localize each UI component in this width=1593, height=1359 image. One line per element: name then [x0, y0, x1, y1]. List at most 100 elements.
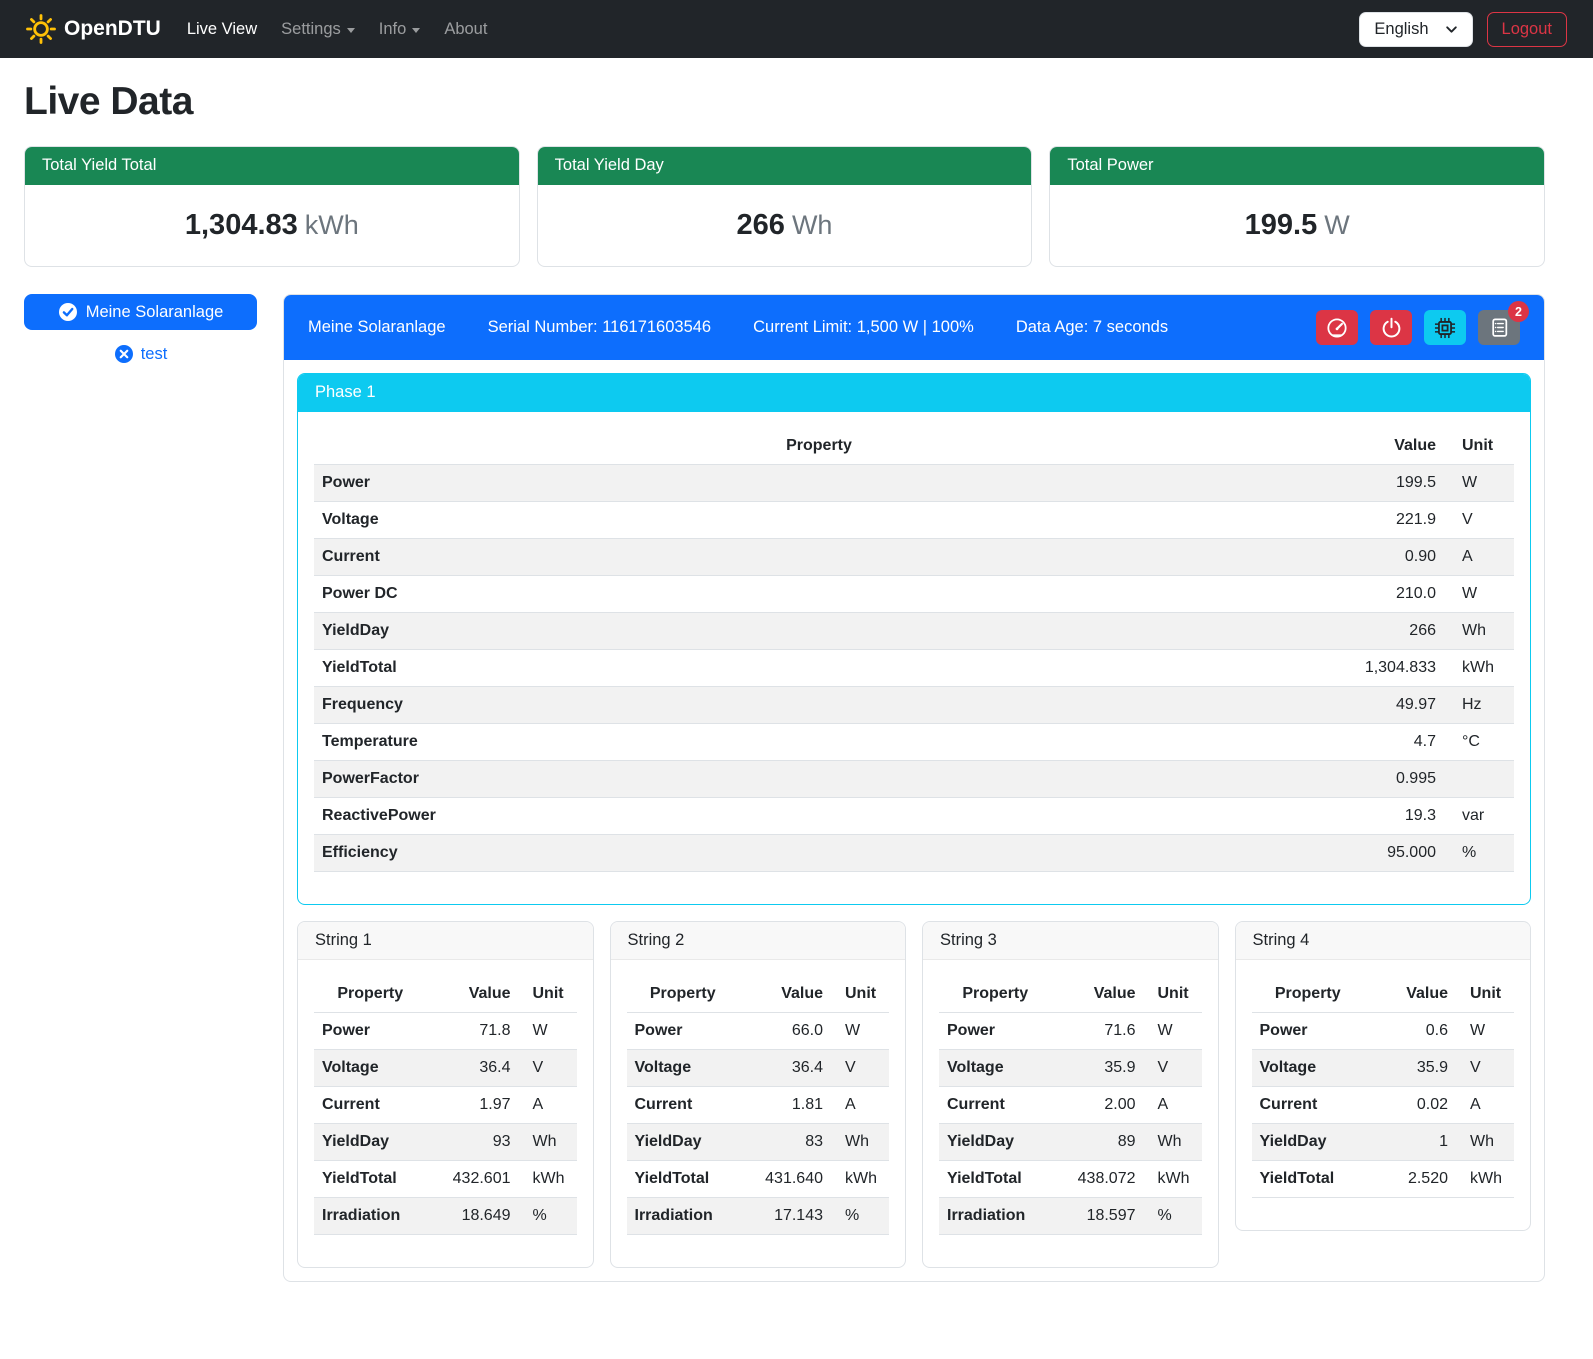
value-cell: 1: [1364, 1124, 1456, 1161]
inverter-other-item[interactable]: test: [24, 344, 257, 364]
property-cell: Voltage: [627, 1050, 740, 1087]
property-cell: YieldTotal: [314, 1161, 427, 1198]
value-cell: 4.7: [1324, 724, 1444, 761]
table-row: Irradiation18.597%: [939, 1198, 1202, 1235]
unit-cell: kWh: [519, 1161, 577, 1198]
column-value: Value: [739, 976, 831, 1013]
phase-card-title: Phase 1: [298, 374, 1530, 412]
property-cell: Voltage: [939, 1050, 1052, 1087]
logout-button[interactable]: Logout: [1487, 12, 1567, 47]
value-cell: 18.649: [427, 1198, 519, 1235]
inverter-card: Meine Solaranlage Serial Number: 1161716…: [283, 294, 1545, 1282]
unit-cell: kWh: [1444, 650, 1514, 687]
brand-label: OpenDTU: [64, 17, 161, 41]
inverter-sidebar: Meine Solaranlage test: [24, 294, 257, 364]
unit-cell: A: [519, 1087, 577, 1124]
inverter-limit: Current Limit: 1,500 W | 100%: [753, 318, 974, 337]
unit-cell: V: [519, 1050, 577, 1087]
gauge-icon: [1326, 317, 1348, 339]
unit-cell: V: [1444, 502, 1514, 539]
nav-item-settings[interactable]: Settings: [269, 12, 367, 47]
event-log-button[interactable]: 2: [1478, 310, 1520, 345]
nav-item-info[interactable]: Info: [367, 12, 433, 47]
property-cell: Frequency: [314, 687, 1324, 724]
value-cell: 210.0: [1324, 576, 1444, 613]
nav-item-label: About: [444, 20, 487, 39]
value-cell: 35.9: [1364, 1050, 1456, 1087]
unit-cell: %: [831, 1198, 889, 1235]
brand[interactable]: OpenDTU: [26, 14, 161, 44]
table-row: PowerFactor0.995: [314, 761, 1514, 798]
value-cell: 83: [739, 1124, 831, 1161]
column-property: Property: [1252, 976, 1365, 1013]
value-cell: 221.9: [1324, 502, 1444, 539]
property-cell: Voltage: [314, 502, 1324, 539]
string-card-body: Property Value Unit Power71.6WVoltage35.…: [923, 960, 1218, 1267]
unit-cell: W: [831, 1013, 889, 1050]
property-cell: Voltage: [1252, 1050, 1365, 1087]
table-row: Power71.8W: [314, 1013, 577, 1050]
unit-cell: Wh: [1444, 613, 1514, 650]
unit-cell: °C: [1444, 724, 1514, 761]
property-cell: Irradiation: [939, 1198, 1052, 1235]
unit-cell: Hz: [1444, 687, 1514, 724]
table-row: YieldTotal438.072kWh: [939, 1161, 1202, 1198]
column-unit: Unit: [1456, 976, 1514, 1013]
property-cell: YieldDay: [314, 1124, 427, 1161]
table-row: YieldDay266Wh: [314, 613, 1514, 650]
inverter-selected-button[interactable]: Meine Solaranlage: [24, 294, 257, 330]
property-cell: PowerFactor: [314, 761, 1324, 798]
x-circle-icon: [114, 344, 134, 364]
unit-cell: kWh: [831, 1161, 889, 1198]
column-property: Property: [314, 976, 427, 1013]
value-cell: 431.640: [739, 1161, 831, 1198]
power-button[interactable]: [1370, 310, 1412, 345]
nav-item-about[interactable]: About: [432, 12, 499, 47]
column-value: Value: [1052, 976, 1144, 1013]
card-body: 1,304.83kWh: [25, 185, 519, 266]
device-info-button[interactable]: [1424, 310, 1466, 345]
table-header-row: Property Value Unit: [1252, 976, 1515, 1013]
table-row: YieldDay1Wh: [1252, 1124, 1515, 1161]
table-row: Power71.6W: [939, 1013, 1202, 1050]
unit-cell: V: [831, 1050, 889, 1087]
string-card-body: Property Value Unit Power66.0WVoltage36.…: [611, 960, 906, 1267]
property-cell: YieldTotal: [314, 650, 1324, 687]
phase-card-body: Property Value Unit Power199.5WVoltage22…: [298, 412, 1530, 904]
column-unit: Unit: [831, 976, 889, 1013]
card-title: Total Power: [1050, 147, 1544, 185]
unit-cell: A: [1144, 1087, 1202, 1124]
value-cell: 0.6: [1364, 1013, 1456, 1050]
unit-cell: V: [1456, 1050, 1514, 1087]
string-card: String 2 Property Value Unit Power66.0WV…: [610, 921, 907, 1268]
value-cell: 438.072: [1052, 1161, 1144, 1198]
table-header-row: Property Value Unit: [939, 976, 1202, 1013]
string-card-title: String 1: [298, 922, 593, 960]
chevron-down-icon: [412, 28, 420, 33]
table-row: Voltage36.4V: [627, 1050, 890, 1087]
property-cell: YieldDay: [1252, 1124, 1365, 1161]
unit-cell: kWh: [1456, 1161, 1514, 1198]
property-cell: Voltage: [314, 1050, 427, 1087]
column-unit: Unit: [1444, 428, 1514, 465]
language-select[interactable]: English: [1359, 12, 1472, 47]
column-value: Value: [1364, 976, 1456, 1013]
unit-cell: %: [1444, 835, 1514, 872]
string-card-body: Property Value Unit Power0.6WVoltage35.9…: [1236, 960, 1531, 1230]
string-card-title: String 3: [923, 922, 1218, 960]
property-cell: Irradiation: [314, 1198, 427, 1235]
table-row: Frequency49.97Hz: [314, 687, 1514, 724]
limit-settings-button[interactable]: [1316, 310, 1358, 345]
unit-cell: Wh: [1456, 1124, 1514, 1161]
table-row: Temperature4.7°C: [314, 724, 1514, 761]
column-property: Property: [314, 428, 1324, 465]
value-cell: 432.601: [427, 1161, 519, 1198]
table-row: Voltage221.9V: [314, 502, 1514, 539]
navbar-right: English Logout: [1359, 12, 1567, 47]
property-cell: YieldTotal: [939, 1161, 1052, 1198]
table-row: YieldDay93Wh: [314, 1124, 577, 1161]
nav-item-live-view[interactable]: Live View: [175, 12, 269, 47]
table-row: YieldTotal1,304.833kWh: [314, 650, 1514, 687]
table-row: YieldTotal2.520kWh: [1252, 1161, 1515, 1198]
unit-cell: Wh: [831, 1124, 889, 1161]
